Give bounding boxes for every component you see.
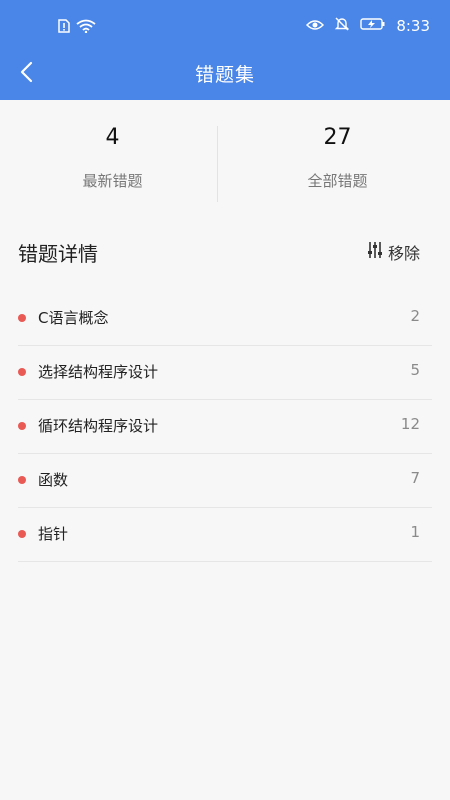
- list-item[interactable]: 指针 1: [18, 508, 432, 562]
- stat-all-label: 全部错题: [307, 172, 368, 190]
- stat-latest-value: 4: [105, 125, 120, 150]
- nav-bar: 错题集: [0, 52, 450, 96]
- section-header: 错题详情 移除: [18, 236, 420, 270]
- app-header: 8:33 错题集: [0, 0, 450, 100]
- list-item[interactable]: 函数 7: [18, 454, 432, 508]
- stat-latest-label: 最新错题: [82, 172, 143, 190]
- status-right: 8:33: [306, 16, 430, 36]
- list-item[interactable]: C语言概念 2: [18, 292, 432, 346]
- item-count: 7: [410, 469, 420, 487]
- status-left: [58, 18, 96, 37]
- eye-icon: [306, 17, 325, 35]
- stat-latest-wrong[interactable]: 4 最新错题: [0, 120, 225, 191]
- sim-alert-icon: [58, 18, 70, 37]
- list-item[interactable]: 选择结构程序设计 5: [18, 346, 432, 400]
- item-count: 1: [410, 523, 420, 541]
- battery-charging-icon: [360, 17, 386, 35]
- item-label: C语言概念: [38, 309, 109, 327]
- item-label: 循环结构程序设计: [38, 417, 159, 435]
- page-title: 错题集: [194, 64, 255, 86]
- stat-all-wrong[interactable]: 27 全部错题: [225, 120, 450, 191]
- item-label: 指针: [38, 525, 69, 543]
- clock-time: 8:33: [396, 17, 430, 35]
- item-count: 5: [410, 361, 420, 379]
- bullet-dot: [18, 368, 26, 376]
- stats-divider: [217, 126, 218, 202]
- list-item[interactable]: 循环结构程序设计 12: [18, 400, 432, 454]
- bell-off-icon: [334, 16, 350, 36]
- remove-label: 移除: [387, 244, 420, 263]
- wifi-icon: [76, 18, 96, 37]
- section-title: 错题详情: [18, 242, 98, 266]
- bullet-dot: [18, 314, 26, 322]
- remove-button[interactable]: 移除: [366, 240, 420, 264]
- wrong-question-list: C语言概念 2 选择结构程序设计 5 循环结构程序设计 12 函数 7 指针 1: [18, 292, 432, 562]
- item-label: 选择结构程序设计: [38, 363, 159, 381]
- stat-all-value: 27: [323, 125, 352, 150]
- bullet-dot: [18, 530, 26, 538]
- item-count: 12: [400, 415, 420, 433]
- status-bar: 8:33: [0, 0, 450, 52]
- bullet-dot: [18, 476, 26, 484]
- stats-panel: 4 最新错题 27 全部错题: [0, 120, 450, 204]
- bullet-dot: [18, 422, 26, 430]
- item-count: 2: [410, 307, 420, 325]
- sliders-icon: [366, 241, 384, 263]
- item-label: 函数: [38, 471, 69, 489]
